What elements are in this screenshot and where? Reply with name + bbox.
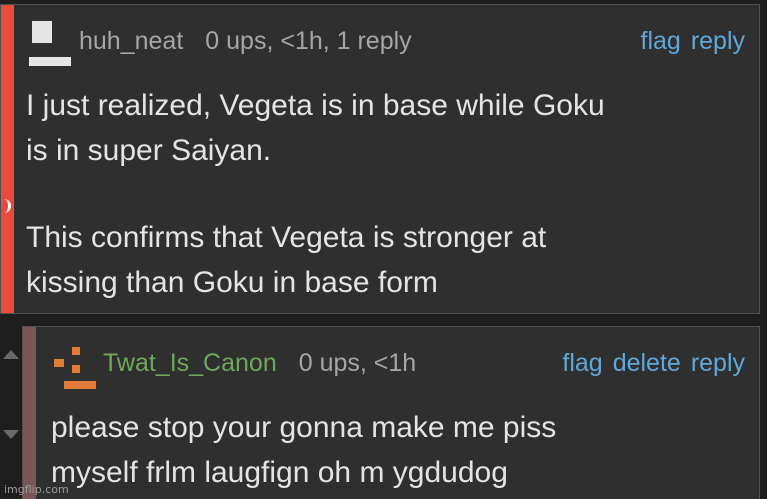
- watermark: imgflip.com: [4, 483, 69, 496]
- comment-line: myself frlm laugfign oh m ygdudog: [51, 456, 508, 489]
- comment-line: is in super Saiyan.: [26, 134, 272, 167]
- comment-line: I just realized, Vegeta is in base while…: [26, 89, 605, 122]
- avatar[interactable]: [54, 347, 98, 389]
- comment-body: I just realized, Vegeta is in base while…: [26, 83, 605, 305]
- comment-actions: flag reply: [641, 27, 746, 56]
- comment-line: This confirms that Vegeta is stronger at: [26, 221, 547, 254]
- downvote-arrow-icon[interactable]: [3, 430, 19, 439]
- comment-card: huh_neat 0 ups, <1h, 1 reply flag reply I …: [0, 4, 760, 314]
- comment-side-bar: [1, 5, 14, 313]
- username-link[interactable]: Twat_Is_Canon: [103, 349, 277, 377]
- comment-line: please stop your gonna make me piss: [51, 411, 557, 444]
- comment-side-bar: [23, 327, 36, 499]
- comment-actions: flag delete reply: [562, 349, 745, 378]
- reply-card: Twat_Is_Canon 0 ups, <1h flag delete reply …: [22, 326, 760, 499]
- avatar[interactable]: [29, 21, 71, 67]
- comment-info: 0 ups, <1h: [298, 349, 417, 377]
- reply-link[interactable]: reply: [691, 27, 745, 55]
- flag-link[interactable]: flag: [641, 27, 681, 55]
- comment-meta: huh_neat 0 ups, <1h, 1 reply: [79, 27, 412, 56]
- comment-body: please stop your gonna make me piss myse…: [51, 405, 556, 495]
- reply-link[interactable]: reply: [691, 349, 745, 377]
- collapse-toggle-icon[interactable]: [1, 199, 11, 213]
- comment-meta: Twat_Is_Canon 0 ups, <1h: [103, 349, 416, 378]
- comment-info: 0 ups, <1h, 1 reply: [205, 27, 412, 55]
- username-link[interactable]: huh_neat: [79, 27, 183, 55]
- vote-controls: [0, 326, 22, 499]
- delete-link[interactable]: delete: [613, 349, 681, 377]
- comment-line: kissing than Goku in base form: [26, 266, 438, 299]
- upvote-arrow-icon[interactable]: [3, 350, 19, 359]
- comment-thread: huh_neat 0 ups, <1h, 1 reply flag reply I …: [0, 0, 767, 499]
- flag-link[interactable]: flag: [562, 349, 602, 377]
